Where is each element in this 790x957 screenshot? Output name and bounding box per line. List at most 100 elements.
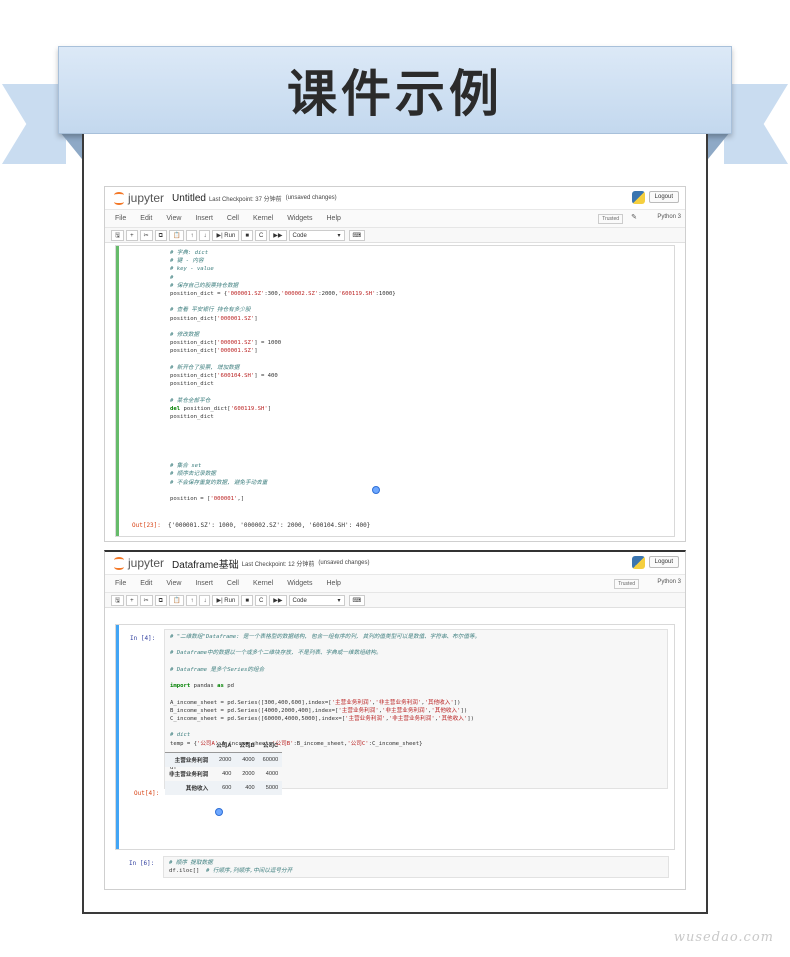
menu-insert[interactable]: Insert (195, 580, 213, 587)
watermark: wusedao.com (673, 930, 774, 945)
checkpoint-status: Last Checkpoint: 37 分钟前 (208, 196, 282, 203)
move-up-icon[interactable]: ↑ (186, 229, 198, 241)
column-header: 公司C (258, 738, 283, 753)
restart-icon[interactable]: C (254, 594, 268, 606)
cut-icon[interactable]: ✂ (139, 229, 153, 241)
add-cell-icon[interactable]: + (126, 229, 138, 241)
python-logo-icon (632, 191, 645, 204)
save-icon[interactable]: 🖫 (111, 229, 125, 241)
fast-forward-icon[interactable]: ▶▶ (269, 229, 287, 241)
move-down-icon[interactable]: ↓ (199, 229, 211, 241)
notebook-name[interactable]: Dataframe基础 (172, 556, 239, 571)
menu-cell[interactable]: Cell (227, 215, 239, 222)
code-cell-iloc[interactable]: In [6]: # 顺序 提取数据 df.iloc[] # 行顺序,列顺序,中间… (115, 856, 675, 882)
menu-kernel[interactable]: Kernel (253, 215, 273, 222)
run-button[interactable]: ▶| Run (212, 594, 240, 606)
cell-output-text: {'000001.SZ': 1000, '000002.SZ': 2000, '… (168, 522, 371, 529)
cell-selection-bar (116, 625, 119, 849)
ribbon-left-wing (2, 84, 66, 164)
logout-button[interactable]: Logout (648, 191, 679, 203)
python-logo-icon (632, 556, 645, 569)
move-down-icon[interactable]: ↓ (199, 594, 211, 606)
add-cell-icon[interactable]: + (126, 594, 138, 606)
table-cell: 2000 (218, 757, 232, 763)
column-header: 公司B (235, 738, 259, 753)
code-cell-dict[interactable]: # 字典: dict # 键 - 内容 # key - value # # 保存… (115, 245, 675, 537)
keyboard-icon[interactable]: ⌨ (348, 594, 366, 606)
row-label: 主营业务利润 (174, 758, 209, 764)
notebook-window-dataframe: jupyter Dataframe基础 Last Checkpoint: 12 … (104, 550, 686, 890)
cell-type-value: Code (292, 597, 307, 604)
table-cell: 4000 (242, 757, 255, 763)
kernel-indicator: Python 3 (657, 214, 681, 220)
table-row: 非主营业务利润 400 2000 4000 (165, 767, 282, 781)
notebook-toolbar: 🖫 + ✂ ⧉ 📋 ↑ ↓ ▶| Run ■ C ▶▶ Code ▾ ⌨ (105, 227, 685, 243)
chevron-down-icon: ▾ (337, 232, 341, 239)
cell-type-value: Code (292, 232, 307, 239)
kernel-indicator: Python 3 (657, 579, 681, 585)
menu-widgets[interactable]: Widgets (287, 215, 312, 222)
table-cell: 2000 (242, 771, 255, 777)
cut-icon[interactable]: ✂ (139, 594, 153, 606)
restart-icon[interactable]: C (254, 229, 268, 241)
jupyter-brand[interactable]: jupyter (128, 191, 164, 205)
cell-type-select[interactable]: Code ▾ (288, 229, 345, 241)
table-row: 其他收入 600 400 5000 (165, 781, 283, 795)
menu-edit[interactable]: Edit (140, 215, 152, 222)
menu-view[interactable]: View (166, 215, 181, 222)
notebook-name[interactable]: Untitled (172, 193, 206, 204)
output-prompt: Out[4]: (134, 790, 160, 797)
table-cell: 4000 (265, 771, 279, 777)
menu-bar: File Edit View Insert Cell Kernel Widget… (105, 574, 685, 592)
menu-cell[interactable]: Cell (227, 580, 239, 587)
menu-widgets[interactable]: Widgets (287, 580, 312, 587)
keyboard-icon[interactable]: ⌨ (348, 229, 366, 241)
dataframe-output-table: 公司A 公司B 公司C 主营业务利润 2000 4000 60000 非主营业务… (165, 738, 283, 795)
move-up-icon[interactable]: ↑ (186, 594, 198, 606)
paste-icon[interactable]: 📋 (168, 594, 185, 606)
menu-view[interactable]: View (166, 580, 181, 587)
menu-file[interactable]: File (115, 580, 126, 587)
copy-icon[interactable]: ⧉ (154, 594, 167, 606)
code-cell-dataframe[interactable]: In [4]: # "二维数组"Dataframe: 是一个表格型的数据结构, … (115, 624, 675, 850)
jupyter-logo-icon[interactable] (113, 556, 125, 570)
stop-icon[interactable]: ■ (241, 229, 253, 241)
row-label: 其他收入 (185, 786, 209, 792)
notebook-header: jupyter Dataframe基础 Last Checkpoint: 12 … (105, 552, 685, 574)
fast-forward-icon[interactable]: ▶▶ (269, 594, 287, 606)
menu-file[interactable]: File (115, 215, 126, 222)
trusted-badge[interactable]: Trusted (614, 579, 639, 589)
save-icon[interactable]: 🖫 (111, 594, 125, 606)
cursor-indicator-icon (372, 486, 380, 494)
run-button[interactable]: ▶| Run (212, 229, 240, 241)
table-cell: 400 (245, 785, 255, 791)
copy-icon[interactable]: ⧉ (154, 229, 167, 241)
paste-icon[interactable]: 📋 (168, 229, 185, 241)
cell-selection-bar (116, 246, 119, 536)
jupyter-logo-icon[interactable] (113, 191, 125, 205)
table-cell: 5000 (265, 785, 279, 791)
menu-insert[interactable]: Insert (195, 215, 213, 222)
input-prompt: In [4]: (130, 635, 156, 642)
notebook-toolbar: 🖫 + ✂ ⧉ 📋 ↑ ↓ ▶| Run ■ C ▶▶ Code ▾ ⌨ (105, 592, 685, 608)
notebook-window-untitled: jupyter Untitled Last Checkpoint: 37 分钟前… (104, 186, 686, 542)
code-editor[interactable]: # 顺序 提取数据 df.iloc[] # 行顺序,列顺序,中间以逗号分开 (163, 856, 669, 878)
checkpoint-status: Last Checkpoint: 12 分钟前 (241, 561, 315, 568)
code-editor[interactable]: # 字典: dict # 键 - 内容 # key - value # # 保存… (164, 249, 668, 511)
menu-help[interactable]: Help (327, 580, 341, 587)
jupyter-brand[interactable]: jupyter (128, 556, 164, 570)
input-prompt: In [6]: (129, 860, 155, 867)
menu-kernel[interactable]: Kernel (253, 580, 273, 587)
table-header-row: 公司A 公司B 公司C (165, 738, 283, 753)
logout-button[interactable]: Logout (648, 556, 679, 568)
stop-icon[interactable]: ■ (241, 594, 253, 606)
title-banner: 课件示例 (58, 46, 732, 134)
menu-help[interactable]: Help (327, 215, 341, 222)
row-label: 非主营业务利润 (169, 772, 209, 778)
trusted-badge[interactable]: Trusted (598, 214, 623, 224)
menu-edit[interactable]: Edit (140, 580, 152, 587)
unsaved-status: (unsaved changes) (318, 560, 370, 566)
pencil-icon[interactable]: ✎ (631, 213, 637, 221)
cell-type-select[interactable]: Code ▾ (288, 594, 345, 606)
output-prompt: Out[23]: (132, 522, 161, 529)
